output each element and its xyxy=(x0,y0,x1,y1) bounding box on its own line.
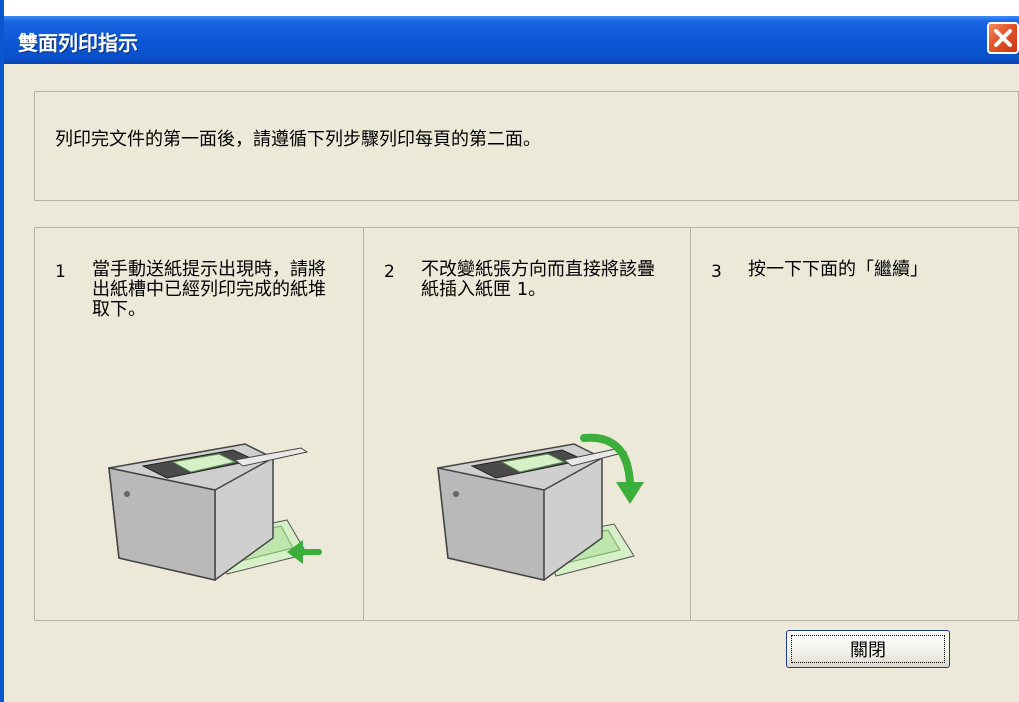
step-3: 3 按一下下面的「繼續」 xyxy=(690,228,1018,620)
step-text: 不改變紙張方向而直接將該疊紙插入紙匣 1。 xyxy=(421,259,655,300)
step-text: 當手動送紙提示出現時，請將出紙槽中已經列印完成的紙堆取下。 xyxy=(92,259,326,320)
step-number: 2 xyxy=(384,262,395,282)
steps-panel: 1 當手動送紙提示出現時，請將出紙槽中已經列印完成的紙堆取下。 2 不改變紙張方… xyxy=(34,227,1019,621)
window-title: 雙面列印指示 xyxy=(18,31,138,55)
close-button[interactable]: 關閉 xyxy=(786,630,950,668)
title-close-button[interactable] xyxy=(987,22,1019,54)
step-1: 1 當手動送紙提示出現時，請將出紙槽中已經列印完成的紙堆取下。 xyxy=(35,228,363,620)
step-number: 3 xyxy=(711,262,722,282)
printer-remove-paper-illustration xyxy=(108,443,322,581)
focus-rect xyxy=(791,635,945,663)
instruction-panel: 列印完文件的第一面後，請遵循下列步驟列印每頁的第二面。 xyxy=(34,91,1019,201)
dialog-window: 雙面列印指示 列印完文件的第一面後，請遵循下列步驟列印每頁的第二面。 1 當手動… xyxy=(0,0,1019,702)
top-strip xyxy=(4,0,1019,16)
instruction-text: 列印完文件的第一面後，請遵循下列步驟列印每頁的第二面。 xyxy=(55,129,541,150)
step-2: 2 不改變紙張方向而直接將該疊紙插入紙匣 1。 xyxy=(363,228,690,620)
step-text: 按一下下面的「繼續」 xyxy=(748,259,928,280)
title-bar[interactable]: 雙面列印指示 xyxy=(4,16,1019,64)
step-number: 1 xyxy=(55,262,66,282)
printer-insert-paper-illustration xyxy=(437,433,644,581)
close-icon xyxy=(994,29,1012,47)
